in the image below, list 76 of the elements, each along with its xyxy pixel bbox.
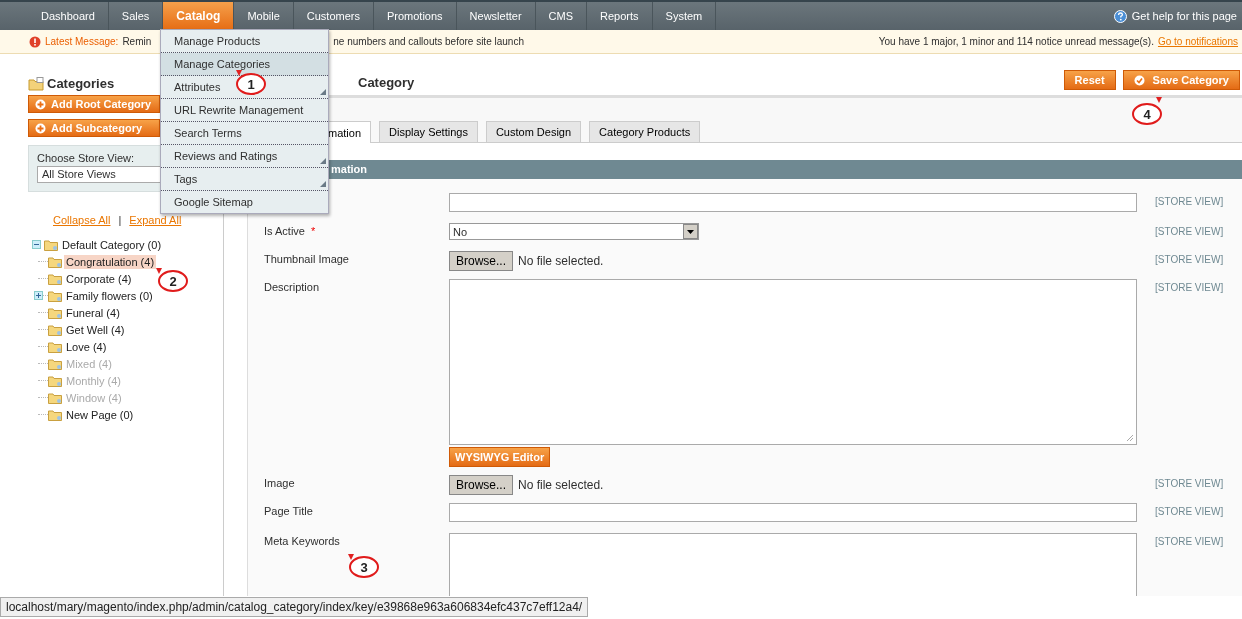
tree-item[interactable]: Family flowers (0) <box>64 288 155 303</box>
pointer-icon <box>156 268 162 274</box>
file-status: No file selected. <box>518 254 604 268</box>
select-field[interactable]: No <box>449 223 699 240</box>
folder-icon <box>48 340 62 353</box>
message-text: Remin <box>122 36 152 47</box>
plus-icon <box>35 98 46 110</box>
scope-label: [STORE VIEW] <box>1155 226 1224 237</box>
plus-icon <box>35 122 46 134</box>
link-separator: | <box>118 214 122 226</box>
pointer-icon <box>236 70 242 76</box>
message-title: Latest Message: <box>45 36 119 47</box>
folder-icon <box>48 323 62 336</box>
folder-icon <box>48 391 62 404</box>
required-mark: * <box>311 225 316 237</box>
folder-icon <box>48 255 62 268</box>
message-text: ne numbers and callouts before site launch <box>333 36 524 47</box>
folder-icon <box>48 306 62 319</box>
expand-icon[interactable] <box>34 291 43 300</box>
folder-icon <box>48 408 62 421</box>
scope-label: [STORE VIEW] <box>1155 254 1224 265</box>
message-summary: You have 1 major, 1 minor and 114 notice unread message(s). <box>878 36 1154 47</box>
tree-item[interactable]: Default Category (0) <box>60 237 164 252</box>
check-icon <box>1133 74 1145 86</box>
pointer-icon <box>1156 97 1162 103</box>
submenu-icon <box>320 89 326 95</box>
folder-icon <box>48 272 62 285</box>
form-tab[interactable]: Custom Design <box>485 121 582 142</box>
browse-button[interactable]: Browse... <box>449 251 513 271</box>
browse-button[interactable]: Browse... <box>449 475 513 495</box>
submenu-icon <box>320 158 326 164</box>
help-icon <box>1113 9 1127 23</box>
callout-badge: 2 <box>158 270 188 292</box>
alert-icon <box>29 35 41 48</box>
scope-label: [STORE VIEW] <box>1155 196 1224 207</box>
folder-icon <box>48 289 62 302</box>
menu-item[interactable]: Manage Categories <box>161 53 328 76</box>
menu-item[interactable]: Tags <box>161 168 328 191</box>
tree-item[interactable]: Congratulation (4) <box>64 254 157 269</box>
scope-label: [STORE VIEW] <box>1155 478 1224 489</box>
pointer-icon <box>348 554 354 560</box>
help-link[interactable]: Get help for this page <box>1131 10 1237 22</box>
sidebar-title: Categories <box>47 76 115 91</box>
form-tab[interactable]: Category Products <box>589 121 701 142</box>
folder-icon <box>48 374 62 387</box>
form-tab[interactable]: Display Settings <box>379 121 478 142</box>
folder-icon <box>28 76 44 91</box>
field-label: Page Title <box>264 505 313 517</box>
text-field[interactable] <box>449 193 1137 212</box>
field-label: Image <box>264 477 295 489</box>
collapse-icon[interactable] <box>32 240 41 249</box>
folder-icon <box>44 238 58 251</box>
page-title: Category <box>358 75 415 90</box>
field-label: Description <box>264 281 320 293</box>
status-bar-url: localhost/mary/magento/index.php/admin/catalog_category/index/key/e39868e963a606834efc437c7eff12a4/ <box>0 597 589 617</box>
tree-item[interactable]: Love (4) <box>64 339 109 354</box>
scope-label: [STORE VIEW] <box>1155 536 1224 547</box>
file-status: No file selected. <box>518 478 604 492</box>
folder-icon <box>48 357 62 370</box>
tree-item[interactable]: Get Well (4) <box>64 322 127 337</box>
menu-item[interactable]: URL Rewrite Management <box>161 99 328 122</box>
field-label: Is Active <box>264 225 305 237</box>
menu-item[interactable]: Reviews and Ratings <box>161 145 328 168</box>
scope-label: [STORE VIEW] <box>1155 506 1224 517</box>
field-label: Thumbnail Image <box>264 253 349 265</box>
text-field[interactable] <box>449 503 1137 522</box>
menu-item[interactable]: Search Terms <box>161 122 328 145</box>
scope-label: [STORE VIEW] <box>1155 282 1224 293</box>
tree-item[interactable]: Funeral (4) <box>64 305 122 320</box>
store-view-label: Choose Store View: <box>37 152 135 164</box>
menu-item[interactable]: Google Sitemap <box>161 191 328 213</box>
resize-grip-icon <box>1126 434 1134 442</box>
field-label: Meta Keywords <box>264 535 340 547</box>
tree-item[interactable]: New Page (0) <box>64 407 136 422</box>
submenu-icon <box>320 181 326 187</box>
tree-item[interactable]: Corporate (4) <box>64 271 134 286</box>
